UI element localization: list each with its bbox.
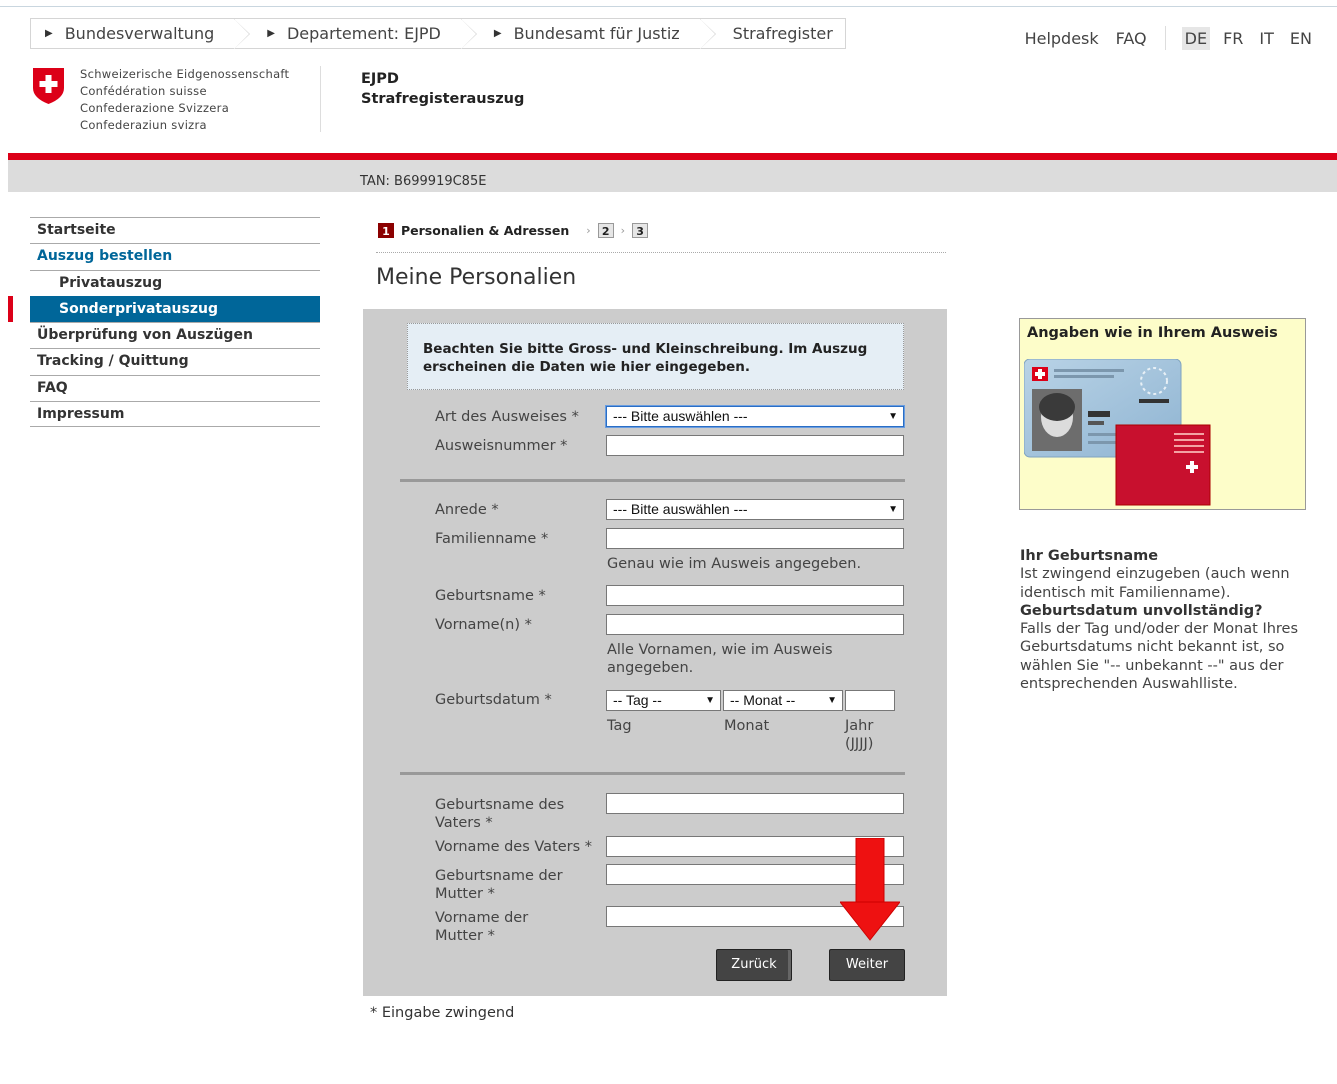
breadcrumb: ▶ Bundesverwaltung ▶ Departement: EJPD ▶ Bu…: [30, 18, 846, 49]
month-hint: Monat: [724, 718, 770, 734]
breadcrumb-item-bundesverwaltung[interactable]: ▶ Bundesverwaltung: [30, 18, 251, 49]
department-title: EJPD Strafregisterauszug: [361, 71, 525, 107]
birth-name-input[interactable]: [606, 585, 904, 606]
birthdate-help-text: Falls der Tag und/oder der Monat Ihres G…: [1020, 621, 1299, 693]
side-help: Ihr Geburtsname Ist zwingend einzugeben …: [1020, 547, 1320, 693]
birth-year-input[interactable]: [845, 690, 895, 711]
family-name-input[interactable]: [606, 528, 904, 549]
nav-impressum[interactable]: Impressum: [30, 401, 320, 428]
nav-auszug-bestellen[interactable]: Auszug bestellen: [30, 243, 320, 269]
sidebar-nav: Startseite Auszug bestellen Privatauszug…: [30, 217, 320, 428]
back-button[interactable]: Zurück: [716, 949, 792, 981]
divider: [1164, 26, 1166, 50]
salutation-label: Anrede *: [435, 502, 499, 518]
id-type-select[interactable]: --- Bitte auswählen --- ▼: [606, 406, 904, 427]
birth-day-select[interactable]: -- Tag -- ▼: [606, 690, 721, 711]
red-band: [8, 153, 1337, 160]
case-notice: Beachten Sie bitte Gross- und Kleinschre…: [407, 323, 904, 390]
swiss-coat-of-arms-icon: [33, 68, 64, 104]
family-name-label: Familienname *: [435, 531, 549, 547]
birth-name-help-text: Ist zwingend einzugeben (auch wenn ident…: [1020, 566, 1290, 601]
year-hint: Jahr (JJJJ): [845, 718, 874, 752]
mother-first-name-label: Vorname der Mutter *: [435, 910, 529, 944]
top-links: Helpdesk FAQ DE FR IT EN: [1008, 26, 1315, 50]
nav-sonderprivatauszug[interactable]: Sonderprivatauszug: [30, 295, 320, 323]
id-number-input[interactable]: [606, 435, 904, 456]
dropdown-arrow-icon: ▼: [888, 411, 898, 422]
dropdown-arrow-icon: ▼: [827, 695, 837, 706]
active-nav-marker: [8, 296, 13, 322]
section-divider: [400, 772, 905, 775]
birth-name-help-title: Ihr Geburtsname: [1020, 548, 1159, 564]
language-de[interactable]: DE: [1181, 26, 1211, 50]
mother-birth-name-label: Geburtsname der Mutter *: [435, 868, 563, 902]
tan-label: TAN: B699919C85E: [360, 174, 487, 189]
chevron-right-icon: ›: [620, 224, 626, 237]
father-birth-name-label: Geburtsname des Vaters *: [435, 797, 565, 831]
father-birth-name-input[interactable]: [606, 793, 904, 814]
top-rule: [0, 6, 1337, 7]
first-names-hint: Alle Vornamen, wie im Ausweis angegeben.: [607, 642, 833, 676]
section-divider: [400, 479, 905, 482]
birthdate-help-title: Geburtsdatum unvollständig?: [1020, 602, 1263, 619]
salutation-select[interactable]: --- Bitte auswählen --- ▼: [606, 499, 904, 520]
header-divider: [320, 66, 321, 132]
language-it[interactable]: IT: [1256, 27, 1277, 50]
red-arrow-down-icon: [840, 838, 900, 941]
nav-tracking[interactable]: Tracking / Quittung: [30, 348, 320, 374]
nav-startseite[interactable]: Startseite: [30, 217, 320, 243]
next-button[interactable]: Weiter: [829, 949, 905, 981]
language-fr[interactable]: FR: [1220, 27, 1246, 50]
dotted-divider: [376, 252, 946, 253]
nav-faq[interactable]: FAQ: [30, 374, 320, 401]
birth-month-select[interactable]: -- Monat -- ▼: [723, 690, 843, 711]
triangle-right-icon: ▶: [267, 28, 275, 39]
breadcrumb-item-strafregister[interactable]: Strafregister: [699, 18, 846, 49]
family-name-hint: Genau wie im Ausweis angegeben.: [607, 556, 862, 572]
page-title: Meine Personalien: [376, 265, 577, 290]
first-names-label: Vorname(n) *: [435, 617, 532, 633]
id-number-label: Ausweisnummer *: [435, 438, 568, 454]
step-3-badge: 3: [632, 223, 649, 238]
language-en[interactable]: EN: [1287, 27, 1315, 50]
nav-ueberpruefung[interactable]: Überprüfung von Auszügen: [30, 322, 320, 348]
id-type-label: Art des Ausweises *: [435, 409, 579, 425]
grey-band: [8, 160, 1337, 192]
breadcrumb-item-bundesamt[interactable]: ▶ Bundesamt für Justiz: [460, 18, 716, 49]
nav-privatauszug[interactable]: Privatauszug: [30, 269, 320, 296]
step-2-badge: 2: [597, 223, 614, 238]
id-card-passport-image: [1024, 359, 1211, 506]
dropdown-arrow-icon: ▼: [888, 504, 898, 515]
birth-name-label: Geburtsname *: [435, 588, 546, 604]
helpdesk-link[interactable]: Helpdesk: [1025, 29, 1099, 48]
confederation-names: Schweizerische Eidgenossenschaft Confédé…: [80, 67, 290, 132]
first-names-input[interactable]: [606, 614, 904, 635]
birthdate-label: Geburtsdatum *: [435, 692, 552, 708]
id-help-title: Angaben wie in Ihrem Ausweis: [1027, 325, 1278, 341]
step-indicator: 1 Personalien & Adressen › 2 › 3: [378, 223, 649, 238]
step-1-label: Personalien & Adressen: [401, 223, 570, 238]
step-1-badge: 1: [378, 223, 394, 238]
triangle-right-icon: ▶: [493, 28, 502, 39]
father-first-name-label: Vorname des Vaters *: [435, 839, 593, 855]
chevron-right-icon: ›: [586, 224, 591, 237]
faq-link[interactable]: FAQ: [1116, 29, 1147, 48]
day-hint: Tag: [607, 718, 632, 734]
dropdown-arrow-icon: ▼: [705, 695, 715, 706]
breadcrumb-item-departement[interactable]: ▶ Departement: EJPD: [234, 18, 477, 49]
triangle-right-icon: ▶: [45, 28, 53, 39]
required-note: * Eingabe zwingend: [370, 1005, 515, 1021]
